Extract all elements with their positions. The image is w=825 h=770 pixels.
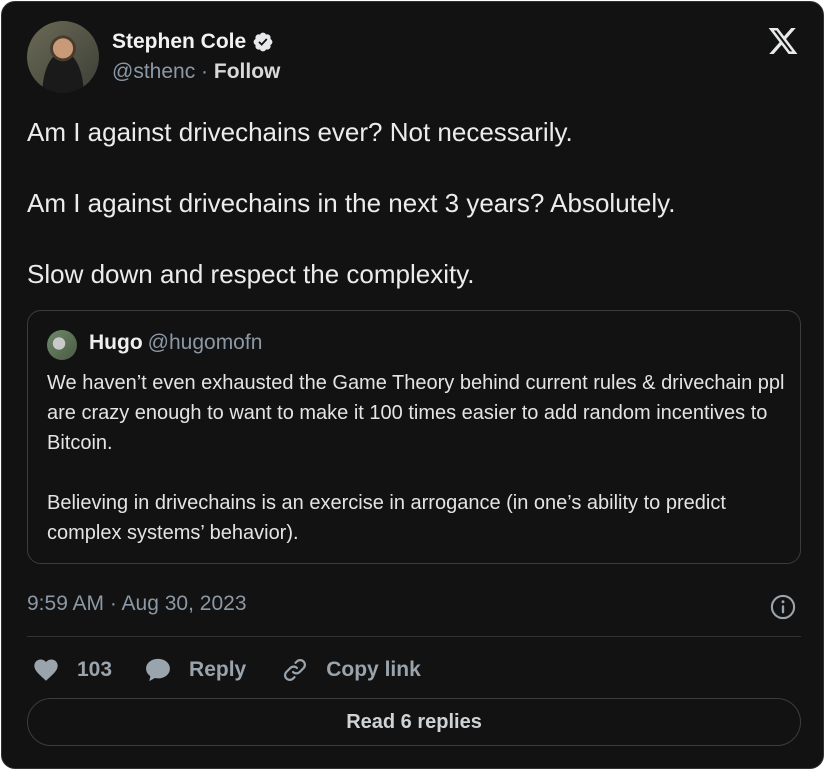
quoted-author-name[interactable]: Hugo xyxy=(89,331,143,355)
quoted-tweet-paragraph: We haven’t even exhausted the Game Theor… xyxy=(47,372,785,454)
quoted-tweet-header: Hugo @hugomofn xyxy=(89,331,262,355)
author-handle-row: @sthenc · Follow xyxy=(112,60,280,84)
follow-link[interactable]: Follow xyxy=(214,60,281,84)
reply-bubble-icon xyxy=(146,658,170,682)
like-count: 103 xyxy=(77,658,113,681)
tweet-card: Stephen Cole @sthenc · Follow Am I again… xyxy=(1,1,824,769)
action-bar: 103 Reply Copy link xyxy=(32,652,421,688)
copy-link-label: Copy link xyxy=(326,658,421,681)
quoted-author-avatar[interactable] xyxy=(47,330,77,360)
x-logo-icon[interactable] xyxy=(766,25,800,57)
tweet-paragraph: Slow down and respect the complexity. xyxy=(27,259,475,289)
tweet-timestamp[interactable]: 9:59 AM · Aug 30, 2023 xyxy=(27,592,247,616)
author-avatar[interactable] xyxy=(27,21,99,93)
author-handle[interactable]: @sthenc xyxy=(112,60,195,84)
read-replies-button[interactable]: Read 6 replies xyxy=(27,698,801,746)
quoted-tweet[interactable]: Hugo @hugomofn We haven’t even exhausted… xyxy=(27,310,801,564)
tweet-paragraph: Am I against drivechains in the next 3 y… xyxy=(27,188,676,218)
quoted-author-handle[interactable]: @hugomofn xyxy=(148,331,263,355)
tweet-text: Am I against drivechains ever? Not neces… xyxy=(27,115,807,328)
heart-icon xyxy=(34,659,58,681)
tweet-paragraph: Am I against drivechains ever? Not neces… xyxy=(27,117,573,147)
copy-link-button[interactable]: Copy link xyxy=(281,656,421,684)
quoted-tweet-text: We haven’t even exhausted the Game Theor… xyxy=(47,368,787,578)
quoted-tweet-paragraph: Believing in drivechains is an exercise … xyxy=(47,492,726,544)
info-icon[interactable] xyxy=(769,593,797,621)
reply-label: Reply xyxy=(189,658,247,681)
reply-button[interactable]: Reply xyxy=(144,656,246,684)
author-name[interactable]: Stephen Cole xyxy=(112,30,246,54)
verified-badge-icon xyxy=(253,32,273,52)
like-button[interactable]: 103 xyxy=(32,656,112,684)
divider xyxy=(27,636,801,637)
link-icon xyxy=(284,659,307,681)
author-name-row: Stephen Cole xyxy=(112,30,274,54)
handle-separator: · xyxy=(195,60,214,83)
